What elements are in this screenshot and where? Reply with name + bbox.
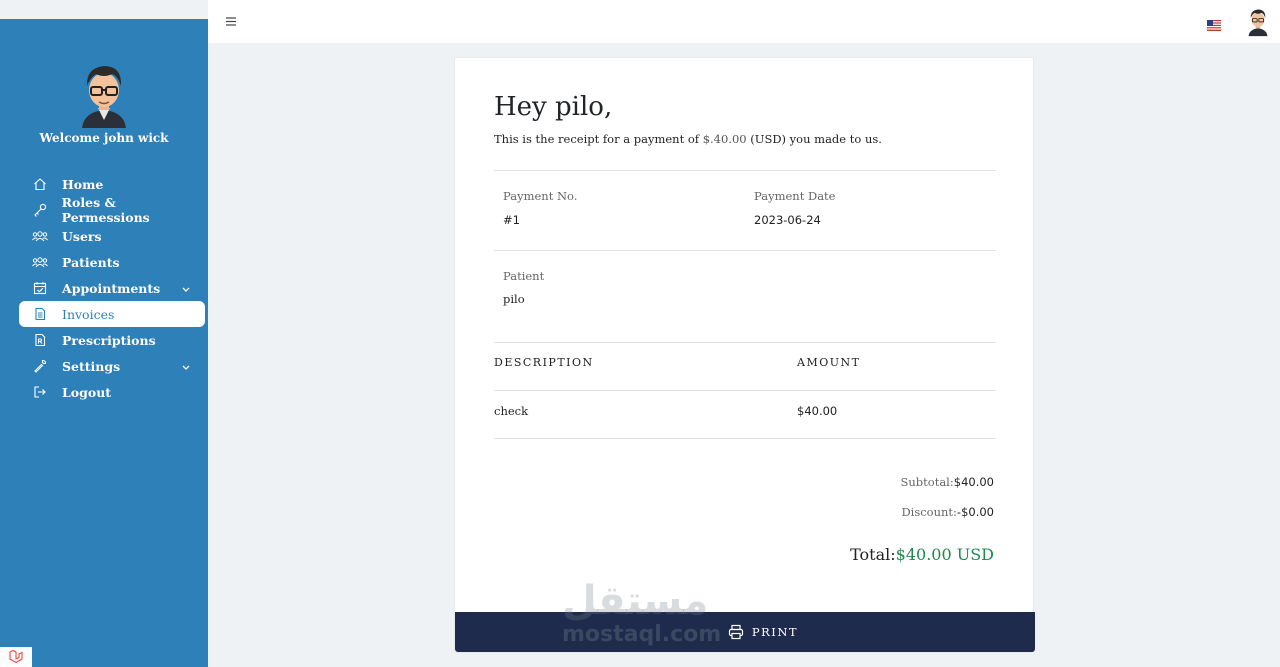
receipt-intro-after: (USD) you made to us. [746,132,882,146]
sidebar-item-roles[interactable]: Roles & Permessions [19,195,205,225]
sidebar-item-appointments[interactable]: Appointments [19,275,205,301]
table-cell-amount: $40.00 [797,404,838,418]
divider [494,170,996,171]
sidebar-item-prescriptions[interactable]: Prescriptions [19,327,205,353]
topbar [208,0,1280,43]
hamburger-icon[interactable] [224,13,238,27]
payment-no-label: Payment No. [503,189,578,203]
logout-icon [32,384,48,400]
chevron-down-icon [181,360,191,370]
sidebar-item-label: Invoices [62,306,115,322]
sidebar-nav: Home Roles & Permessions Users Patients … [19,171,205,405]
subtotal-value: $40.00 [953,475,994,489]
discount-row: Discount:-$0.00 [901,505,994,519]
receipt-intro: This is the receipt for a payment of $.4… [494,132,882,146]
discount-label: Discount: [901,505,957,519]
print-button[interactable]: PRINT [455,612,1035,652]
payment-date-label: Payment Date [754,189,836,203]
total-label: Total: [850,545,896,564]
sidebar-item-label: Logout [62,384,112,400]
home-icon [32,176,48,192]
greeting-heading: Hey pilo, [494,92,613,122]
sidebar-item-patients[interactable]: Patients [19,249,205,275]
sidebar-item-label: Settings [62,358,121,374]
key-icon [32,202,48,218]
sidebar-item-home[interactable]: Home [19,171,205,197]
sidebar-item-label: Home [62,176,104,192]
receipt-intro-amount: $.40.00 [702,132,747,146]
discount-value: -$0.00 [956,505,994,519]
patients-icon [32,254,48,270]
sidebar-top-strip [0,0,208,19]
sidebar-item-label: Roles & Permessions [61,195,150,225]
patient-value: pilo [503,292,525,306]
patient-label: Patient [503,269,545,283]
sidebar-item-label: Users [62,228,102,244]
prescription-icon [32,332,48,348]
receipt-intro-before: This is the receipt for a payment of [494,132,703,146]
invoice-icon [32,306,48,322]
sidebar-item-label: Appointments [62,280,161,296]
avatar [76,60,132,128]
users-icon [32,228,48,244]
sidebar-item-invoices[interactable]: Invoices [19,301,205,327]
divider [494,250,996,251]
chevron-down-icon [181,282,191,292]
payment-date-value: 2023-06-24 [754,213,821,227]
welcome-text: Welcome john wick [39,131,169,145]
print-label: PRINT [751,625,799,639]
divider [494,438,996,439]
total-row: Total:$40.00 USD [850,545,994,564]
user-avatar-icon[interactable] [1246,6,1270,37]
receipt-card: Hey pilo, This is the receipt for a paym… [454,57,1035,653]
sidebar: Welcome john wick Home Roles & Permessio… [0,0,208,667]
subtotal-label: Subtotal: [900,475,954,489]
table-header-description: DESCRIPTION [494,356,594,369]
table-cell-description: check [494,404,529,418]
sidebar-item-logout[interactable]: Logout [19,379,205,405]
sidebar-item-settings[interactable]: Settings [19,353,205,379]
payment-no-value: #1 [503,213,520,227]
sidebar-item-label: Patients [62,254,120,270]
us-flag-icon[interactable] [1207,16,1221,31]
sidebar-item-label: Prescriptions [62,332,156,348]
wrench-icon [32,358,48,374]
sidebar-item-users[interactable]: Users [19,223,205,249]
subtotal-row: Subtotal:$40.00 [901,475,994,489]
divider [494,342,996,343]
table-header-amount: AMOUNT [797,356,861,369]
printer-icon [728,624,744,640]
laravel-logo-icon [0,647,32,667]
calendar-check-icon [32,280,48,296]
divider [494,390,996,391]
total-value: $40.00 USD [895,545,994,564]
